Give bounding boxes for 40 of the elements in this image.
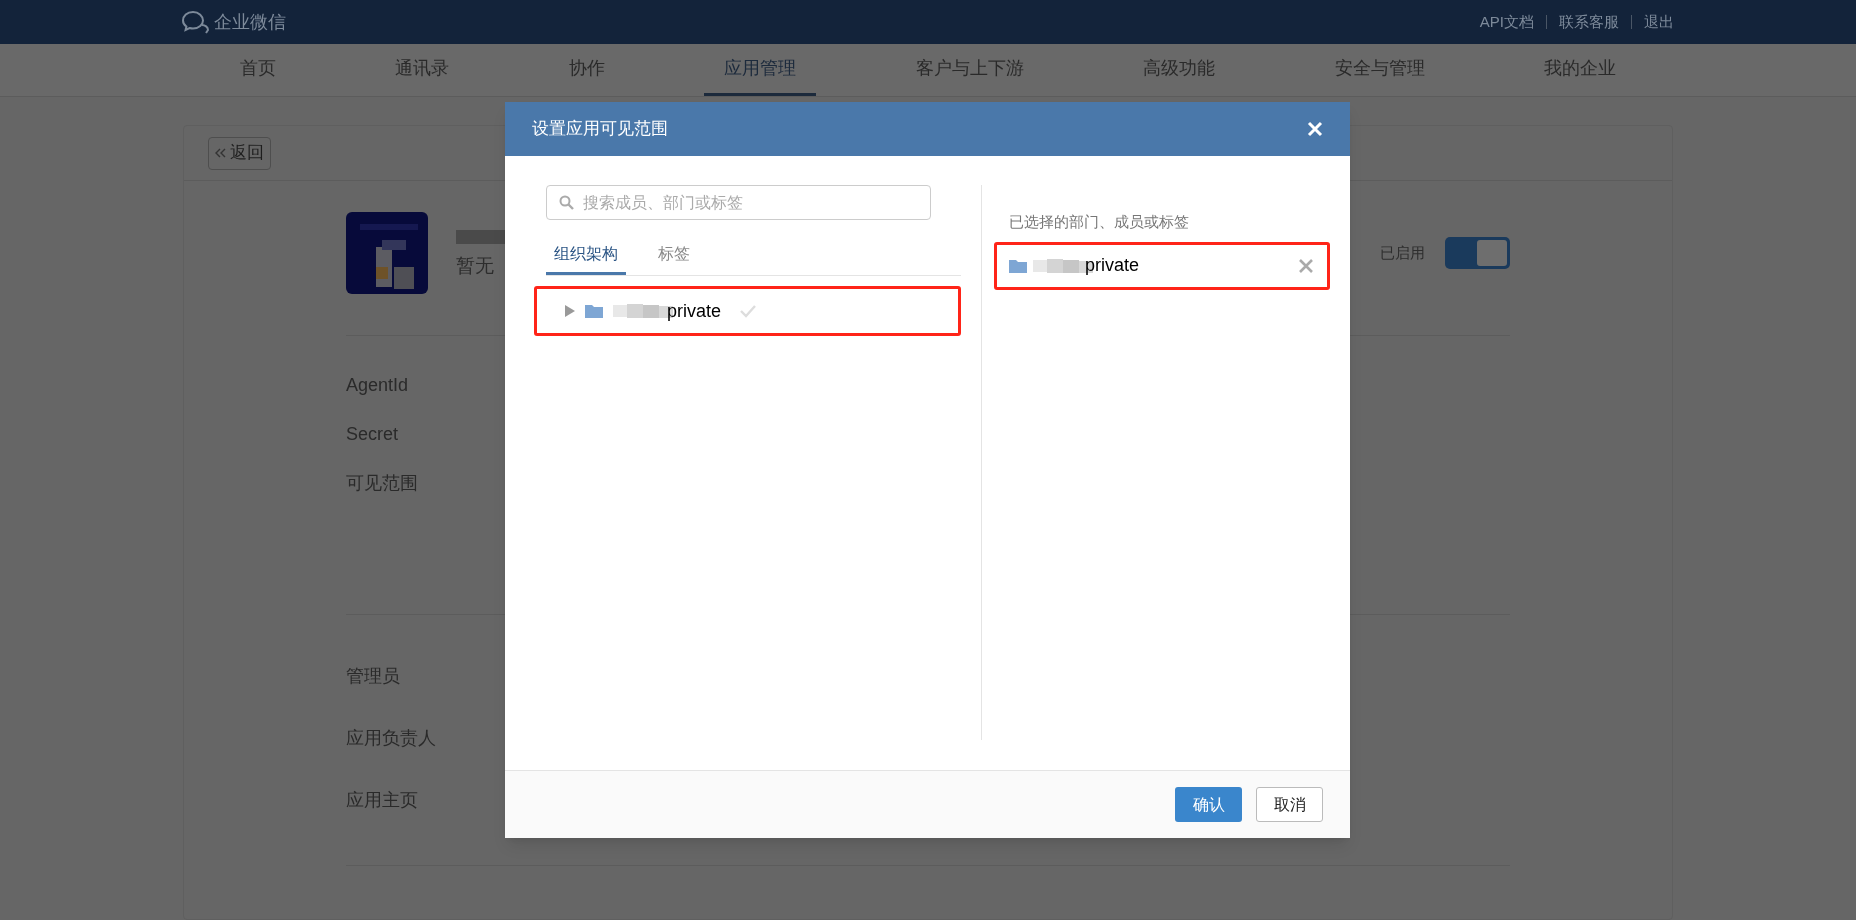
back-button[interactable]: 返回 [208, 136, 271, 170]
selected-item-label: private [1085, 254, 1140, 277]
field-label: AgentId [346, 374, 409, 397]
selected-heading: 已选择的部门、成员或标签 [1009, 212, 1189, 232]
close-icon[interactable] [1307, 121, 1323, 137]
field-label: Secret [346, 423, 399, 446]
nav-tab[interactable]: 高级功能 [1123, 44, 1236, 96]
folder-icon [585, 304, 603, 318]
confirm-button[interactable]: 确认 [1175, 787, 1242, 822]
nav-tab[interactable]: 安全与管理 [1314, 44, 1445, 96]
folder-icon [1009, 258, 1027, 273]
logo-text: 企业微信 [214, 10, 286, 34]
field-label: 管理员 [346, 665, 400, 688]
checkmark-icon[interactable] [739, 304, 758, 318]
tab[interactable]: 标签 [650, 236, 698, 275]
department-name[interactable]: private [667, 297, 722, 325]
chat-bubbles-icon [182, 10, 210, 34]
top-link[interactable]: 退出 [1644, 10, 1674, 34]
field-label: 应用主页 [346, 789, 418, 812]
nav-tab[interactable]: 我的企业 [1524, 44, 1637, 96]
remove-icon[interactable] [1299, 258, 1313, 273]
search-icon [559, 195, 574, 210]
nav-tab[interactable]: 应用管理 [704, 44, 817, 96]
top-link[interactable]: 联系客服 [1559, 10, 1619, 34]
field-label: 可见范围 [346, 472, 418, 495]
top-link[interactable]: API文档 [1479, 10, 1534, 34]
app-description: 暂无 [456, 253, 495, 278]
nav-tab[interactable]: 协作 [548, 44, 625, 96]
toggle-switch[interactable] [1445, 237, 1510, 269]
nav-tab[interactable]: 首页 [219, 44, 296, 96]
double-chevron-icon [215, 148, 226, 158]
status-label: 已启用 [1380, 242, 1425, 263]
nav-tab[interactable]: 通讯录 [375, 44, 470, 96]
search-field[interactable]: 搜索成员、部门或标签 [546, 185, 931, 220]
expand-triangle-icon[interactable] [565, 305, 575, 317]
nav-tab[interactable]: 客户与上下游 [895, 44, 1044, 96]
tab[interactable]: 组织架构 [546, 236, 626, 275]
field-label: 应用负责人 [346, 727, 436, 750]
dialog-title: 设置应用可见范围 [532, 118, 668, 141]
cancel-button[interactable]: 取消 [1256, 787, 1323, 822]
